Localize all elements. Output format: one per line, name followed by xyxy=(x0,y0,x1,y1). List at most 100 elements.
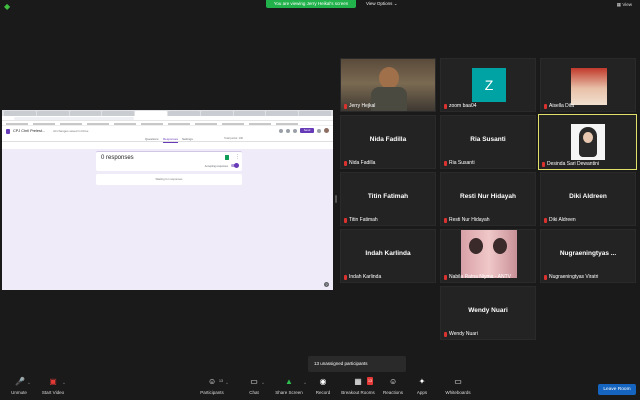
browser-tab[interactable] xyxy=(299,111,331,116)
apps-icon: ✦ xyxy=(418,377,426,386)
name-label: Nida Fadilla xyxy=(349,160,376,166)
view-button[interactable]: ▦ View xyxy=(617,2,632,8)
participant-tile[interactable]: Ria Susanti Ria Susanti xyxy=(440,115,536,169)
bookmark[interactable] xyxy=(60,123,82,125)
participant-tile[interactable]: Resti Nur Hidayah Resti Nur Hidayah xyxy=(440,172,536,226)
palette-icon[interactable] xyxy=(279,128,283,133)
accepting-toggle[interactable] xyxy=(231,163,239,168)
chevron-up-icon[interactable]: ^ xyxy=(28,381,30,386)
name-label: Wendy Nuari xyxy=(449,331,478,337)
waiting-text: Waiting for responses xyxy=(155,177,183,181)
tab-questions[interactable]: Questions xyxy=(145,136,159,142)
bookmark[interactable] xyxy=(195,123,217,125)
tab-responses[interactable]: Responses xyxy=(163,136,179,143)
help-icon[interactable]: ? xyxy=(324,282,329,287)
participants-button[interactable]: ☺ 13 Participants xyxy=(198,378,226,396)
bookmark[interactable] xyxy=(276,123,298,125)
browser-tab[interactable] xyxy=(36,111,69,116)
participant-tile[interactable]: Jerry Hejkal xyxy=(340,58,436,112)
shield-icon[interactable]: ◆ xyxy=(4,3,11,11)
participant-display-name: Nida Fadilla xyxy=(369,136,407,143)
view-label: View xyxy=(622,2,632,7)
chevron-up-icon[interactable]: ^ xyxy=(262,381,264,386)
share-screen-button[interactable]: ▲ Share Screen xyxy=(274,378,304,396)
chevron-up-icon[interactable]: ^ xyxy=(304,381,306,386)
mic-muted-icon xyxy=(444,103,447,109)
form-title[interactable]: CPJ Chril Prelest... xyxy=(13,129,45,133)
mic-muted-icon xyxy=(444,331,447,337)
record-label: Record xyxy=(315,390,331,395)
bookmark[interactable] xyxy=(222,123,244,125)
mic-muted-icon xyxy=(544,274,547,280)
browser-tab[interactable] xyxy=(69,111,102,116)
chevron-up-icon[interactable]: ^ xyxy=(63,381,65,386)
chat-label: Chat xyxy=(249,390,259,395)
bookmark[interactable] xyxy=(168,123,190,125)
browser-tab[interactable] xyxy=(102,111,135,116)
bookmark[interactable] xyxy=(6,123,28,125)
participant-tile[interactable]: Nugraeningtyas ... Nugraeningtyas Viratr… xyxy=(540,229,636,283)
participant-tile[interactable]: Nida Fadilla Nida Fadilla xyxy=(340,115,436,169)
browser-tab[interactable] xyxy=(233,111,266,116)
reactions-icon: ☺ xyxy=(389,377,398,386)
apps-button[interactable]: ✦ Apps xyxy=(414,377,430,396)
responses-card: 0 responses ⋮ Accepting responses xyxy=(96,151,242,171)
browser-tab[interactable] xyxy=(266,111,299,116)
bookmark[interactable] xyxy=(249,123,271,125)
participant-tile[interactable]: Diki Aldreen Diki Aldreen xyxy=(540,172,636,226)
more-vert-icon[interactable]: ⋮ xyxy=(235,155,240,160)
bookmark[interactable] xyxy=(114,123,136,125)
browser-tab[interactable] xyxy=(4,111,36,116)
more-icon[interactable] xyxy=(317,128,321,133)
mic-muted-icon xyxy=(444,217,447,223)
participant-name: Nida Fadilla xyxy=(344,160,375,166)
participant-tile[interactable]: Aisella Difa xyxy=(540,58,636,112)
view-options-button[interactable]: View Options ⌄ xyxy=(366,0,397,8)
settings-icon[interactable] xyxy=(293,128,297,133)
face-shape xyxy=(583,132,593,143)
share-screen-label: Share Screen xyxy=(275,390,303,395)
browser-tab[interactable] xyxy=(167,111,200,116)
participant-tile[interactable]: Wendy Nuari Wendy Nuari xyxy=(440,286,536,340)
participant-tile[interactable]: Nabila Ratna Niyma - ANTV xyxy=(440,229,536,283)
tab-settings[interactable]: Settings xyxy=(182,136,193,142)
name-label: Indah Karlinda xyxy=(349,274,382,280)
breakout-rooms-button[interactable]: ▦ 13 Breakout Rooms xyxy=(340,377,376,395)
start-video-label: Start Video xyxy=(41,390,65,395)
whiteboards-button[interactable]: ▭ Whiteboards xyxy=(444,378,472,396)
url-field[interactable] xyxy=(14,116,134,120)
waiting-card: Waiting for responses xyxy=(96,174,242,185)
record-button[interactable]: ◉ Record xyxy=(314,378,332,396)
name-label: Jerry Hejkal xyxy=(349,103,376,109)
name-label: Nugraeningtyas Viratri xyxy=(549,274,599,280)
preview-icon[interactable] xyxy=(286,128,290,133)
unmute-button[interactable]: 🎤 Unmute xyxy=(8,378,30,396)
participant-tile[interactable]: Indah Karlinda Indah Karlinda xyxy=(340,229,436,283)
chat-button[interactable]: ▭ Chat xyxy=(246,378,262,396)
bookmark[interactable] xyxy=(33,123,55,125)
bookmark[interactable] xyxy=(141,123,163,125)
shared-screen: CPJ Chril Prelest... All changes saved i… xyxy=(2,110,333,290)
unassigned-participants-notice[interactable]: 13 unassigned participants xyxy=(308,356,406,372)
split-divider-handle[interactable] xyxy=(335,195,337,203)
name-label: Desinda Sari Dewantini xyxy=(547,161,599,167)
leave-room-button[interactable]: Leave Room xyxy=(598,384,636,395)
participant-tile[interactable]: Titin Fatimah Titin Fatimah xyxy=(340,172,436,226)
browser-tab-active[interactable] xyxy=(135,111,167,116)
bookmark[interactable] xyxy=(87,123,109,125)
participant-name: Aisella Difa xyxy=(544,103,574,109)
meeting-toolbar: 🎤 Unmute ^ ▣ Start Video ^ ☺ 13 Participa… xyxy=(0,376,640,400)
sheets-icon[interactable] xyxy=(225,155,229,160)
avatar[interactable] xyxy=(324,128,329,133)
participant-display-name: Diki Aldreen xyxy=(569,193,607,200)
reactions-button[interactable]: ☺ Reactions xyxy=(382,377,404,396)
send-button[interactable]: Send xyxy=(300,128,314,133)
browser-tabs xyxy=(2,110,333,116)
chevron-up-icon[interactable]: ^ xyxy=(226,381,228,386)
breakout-badge: 13 xyxy=(367,377,373,385)
whiteboards-label: Whiteboards xyxy=(445,390,471,395)
participant-tile-active-speaker[interactable]: Desinda Sari Dewantini xyxy=(538,114,637,170)
mic-muted-icon xyxy=(444,274,447,280)
browser-tab[interactable] xyxy=(200,111,233,116)
participant-tile[interactable]: Z zoom baa04 xyxy=(440,58,536,112)
